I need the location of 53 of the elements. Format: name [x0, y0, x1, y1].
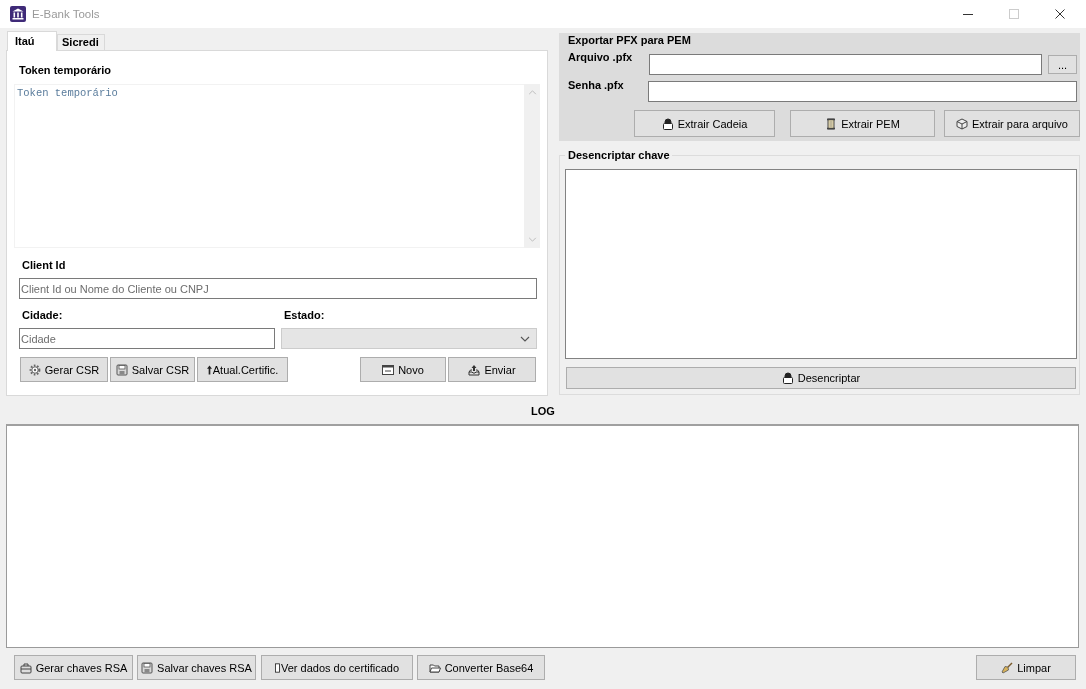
panel-title: Exportar PFX para PEM	[568, 33, 691, 47]
city-field[interactable]: Cidade	[19, 328, 275, 349]
card-icon	[275, 661, 280, 674]
clear-button[interactable]: Limpar	[976, 655, 1076, 680]
field-label: Estado:	[284, 308, 325, 322]
field-label: Arquivo .pfx	[568, 50, 633, 64]
window-icon	[382, 363, 395, 376]
scrollbar[interactable]	[524, 84, 540, 248]
close-icon[interactable]	[1055, 9, 1065, 19]
footer-button[interactable]: Salvar chaves RSA	[137, 655, 256, 680]
box-icon	[956, 117, 968, 130]
arrow-up-icon	[206, 363, 212, 376]
key-text-area[interactable]	[565, 169, 1077, 359]
log-title: LOG	[531, 404, 555, 418]
briefcase-icon	[19, 661, 32, 674]
field-label: Token temporário	[19, 63, 112, 77]
file-path-field[interactable]	[649, 54, 1042, 75]
tray-arrow-icon	[468, 363, 481, 376]
token-text-area[interactable]: Token temporário	[14, 84, 524, 248]
form-button[interactable]: Salvar CSR	[110, 357, 195, 382]
tab[interactable]: Sicredi	[57, 34, 105, 50]
minimize-icon[interactable]	[963, 13, 973, 15]
field-label: Senha .pfx	[568, 78, 624, 92]
folder-icon	[428, 661, 441, 674]
export-button[interactable]: Extrair PEM	[790, 110, 935, 137]
padlock-icon	[781, 372, 794, 384]
form-button[interactable]: Gerar CSR	[20, 357, 108, 382]
padlock-icon	[661, 117, 674, 130]
field-label: Client Id	[22, 258, 66, 272]
chevron-down-icon[interactable]	[527, 237, 537, 242]
export-button[interactable]: Extrair Cadeia	[634, 110, 775, 137]
footer-button[interactable]: Ver dados do certificado	[261, 655, 413, 680]
gear-icon	[28, 363, 41, 376]
footer-button[interactable]: Converter Base64	[417, 655, 545, 680]
client-id-field[interactable]: Client Id ou Nome do Cliente ou CNPJ	[19, 278, 537, 299]
chevron-down-icon	[520, 335, 530, 342]
broom-icon	[1001, 661, 1014, 674]
field-label: Cidade:	[22, 308, 63, 322]
password-field[interactable]	[648, 81, 1077, 102]
form-button[interactable]: Enviar	[448, 357, 536, 382]
scroll-icon	[825, 117, 838, 130]
group-title: Desencriptar chave	[567, 148, 671, 162]
browse-button[interactable]: ...	[1048, 55, 1077, 74]
form-button[interactable]: Novo	[360, 357, 446, 382]
chevron-up-icon[interactable]	[527, 90, 537, 95]
window-title: E-Bank Tools	[32, 8, 100, 20]
log-text-area[interactable]	[6, 424, 1079, 648]
bank-icon	[10, 6, 26, 22]
decrypt-button[interactable]: Desencriptar	[566, 367, 1076, 389]
export-button[interactable]: Extrair para arquivo	[944, 110, 1080, 137]
form-button[interactable]: Atual.Certific.	[197, 357, 288, 382]
tab[interactable]: Itaú	[7, 31, 57, 51]
footer-button[interactable]: Gerar chaves RSA	[14, 655, 133, 680]
